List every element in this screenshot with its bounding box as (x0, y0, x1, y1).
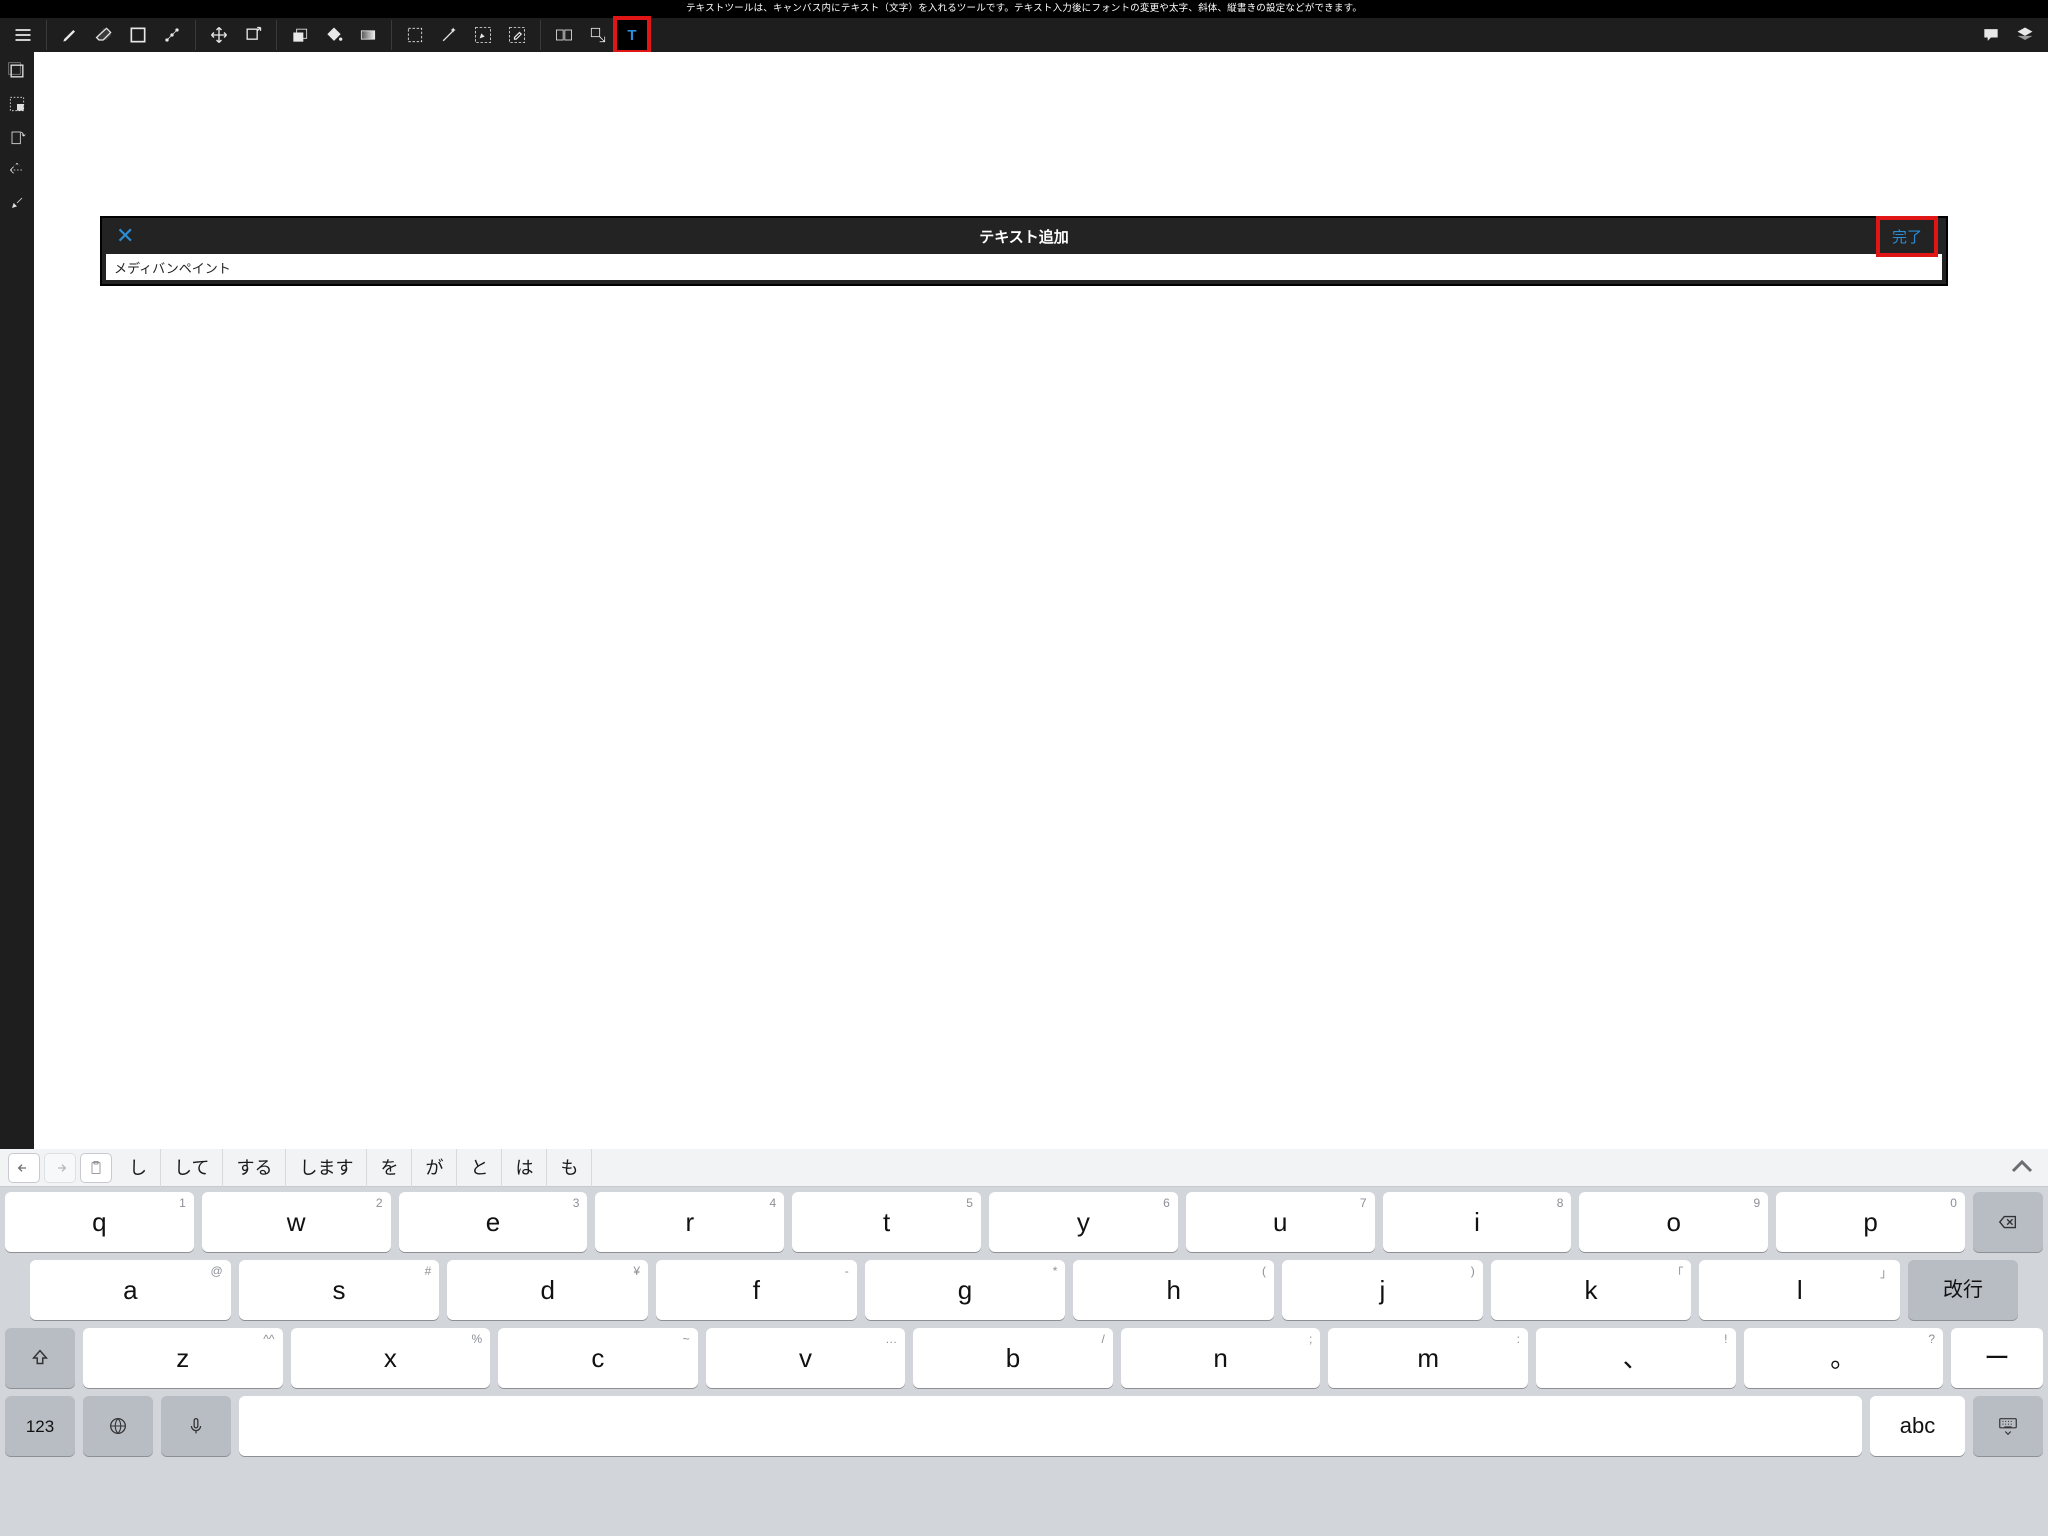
key-k[interactable]: 「k (1491, 1260, 1692, 1320)
magic-wand-icon[interactable] (432, 18, 466, 52)
menu-icon[interactable] (6, 18, 40, 52)
key-。[interactable]: ?。 (1744, 1328, 1944, 1388)
key-t[interactable]: 5t (792, 1192, 981, 1252)
move-tool-icon[interactable] (202, 18, 236, 52)
key-i[interactable]: 8i (1383, 1192, 1572, 1252)
key-abc[interactable]: abc (1870, 1396, 1965, 1456)
candidate-item[interactable]: と (457, 1149, 502, 1187)
key-hide-keyboard-icon[interactable] (1973, 1396, 2043, 1456)
key-b[interactable]: /b (913, 1328, 1113, 1388)
key-d[interactable]: ¥d (447, 1260, 648, 1320)
key-z[interactable]: ^^z (83, 1328, 283, 1388)
eraser-tool-icon[interactable] (87, 18, 121, 52)
gradient-tool-icon[interactable] (351, 18, 385, 52)
key-v[interactable]: …v (706, 1328, 906, 1388)
key-s[interactable]: #s (239, 1260, 440, 1320)
select-rect-icon[interactable] (398, 18, 432, 52)
key-o[interactable]: 9o (1579, 1192, 1768, 1252)
key-y[interactable]: 6y (989, 1192, 1178, 1252)
key-space[interactable] (239, 1396, 1862, 1456)
candidate-item[interactable]: も (547, 1149, 592, 1187)
text-add-dialog: ✕ テキスト追加 完了 (100, 216, 1948, 286)
key-r[interactable]: 4r (595, 1192, 784, 1252)
comment-icon[interactable] (1974, 18, 2008, 52)
candidate-expand-icon[interactable] (2004, 1150, 2040, 1186)
layers-icon[interactable] (2008, 18, 2042, 52)
shape-tool-icon[interactable] (121, 18, 155, 52)
divide-tool-icon[interactable] (547, 18, 581, 52)
candidate-bar: ししてするしますをがとはも (0, 1149, 2048, 1187)
bucket-tool-icon[interactable] (317, 18, 351, 52)
fullscreen-icon[interactable] (2, 56, 32, 86)
key-dash[interactable]: ー (1951, 1328, 2043, 1388)
select-erase-icon[interactable] (500, 18, 534, 52)
key-m[interactable]: :m (1328, 1328, 1528, 1388)
dialog-title: テキスト追加 (979, 226, 1069, 247)
text-tool-icon[interactable]: T (615, 18, 649, 52)
brush-quick-icon[interactable] (2, 188, 32, 218)
candidate-item[interactable]: する (223, 1149, 286, 1187)
key-globe-icon[interactable] (83, 1396, 153, 1456)
transform-tool-icon[interactable] (236, 18, 270, 52)
clipboard-icon[interactable] (80, 1153, 112, 1183)
software-keyboard: ししてするしますをがとはも 1q2w3e4r5t6y7u8i9o0p @a#s¥… (0, 1149, 2048, 1536)
svg-text:T: T (627, 27, 636, 44)
key-g[interactable]: *g (865, 1260, 1066, 1320)
key-、[interactable]: !、 (1536, 1328, 1736, 1388)
candidate-item[interactable]: して (161, 1149, 223, 1187)
candidate-item[interactable]: が (412, 1149, 457, 1187)
select-pen-icon[interactable] (466, 18, 500, 52)
dot-tool-icon[interactable] (155, 18, 189, 52)
redo-icon[interactable] (44, 1153, 76, 1183)
key-q[interactable]: 1q (5, 1192, 194, 1252)
guide-icon[interactable] (2, 155, 32, 185)
candidate-item[interactable]: を (367, 1149, 412, 1187)
fill-tool-icon[interactable] (283, 18, 317, 52)
key-enter[interactable]: 改行 (1908, 1260, 2018, 1320)
select-all-icon[interactable] (2, 89, 32, 119)
candidate-item[interactable]: します (286, 1149, 367, 1187)
key-j[interactable]: )j (1282, 1260, 1483, 1320)
key-h[interactable]: (h (1073, 1260, 1274, 1320)
rotate-icon[interactable] (2, 122, 32, 152)
key-n[interactable]: ;n (1121, 1328, 1321, 1388)
key-shift-icon[interactable] (5, 1328, 75, 1388)
key-e[interactable]: 3e (399, 1192, 588, 1252)
done-button[interactable]: 完了 (1876, 216, 1938, 257)
key-p[interactable]: 0p (1776, 1192, 1965, 1252)
text-input[interactable] (106, 254, 1942, 280)
operation-tool-icon[interactable] (581, 18, 615, 52)
undo-icon[interactable] (8, 1153, 40, 1183)
instruction-strip: テキストツールは、キャンバス内にテキスト（文字）を入れるツールです。テキスト入力… (0, 0, 2048, 18)
key-a[interactable]: @a (30, 1260, 231, 1320)
close-icon[interactable]: ✕ (116, 223, 134, 249)
brush-tool-icon[interactable] (53, 18, 87, 52)
key-mic-icon[interactable] (161, 1396, 231, 1456)
key-w[interactable]: 2w (202, 1192, 391, 1252)
key-numbers[interactable]: 123 (5, 1396, 75, 1456)
key-f[interactable]: -f (656, 1260, 857, 1320)
candidate-item[interactable]: は (502, 1149, 547, 1187)
key-backspace-icon[interactable] (1973, 1192, 2043, 1252)
key-c[interactable]: ~c (498, 1328, 698, 1388)
key-l[interactable]: 」l (1699, 1260, 1900, 1320)
key-u[interactable]: 7u (1186, 1192, 1375, 1252)
key-x[interactable]: %x (291, 1328, 491, 1388)
candidate-item[interactable]: し (116, 1149, 161, 1187)
top-toolbar: T (0, 18, 2048, 52)
